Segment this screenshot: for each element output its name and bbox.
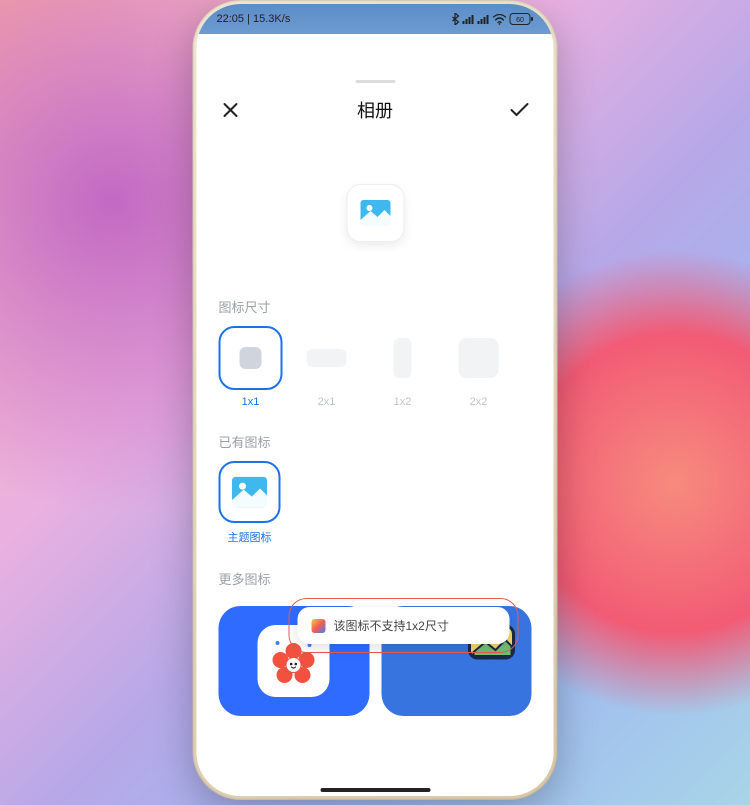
check-icon [510, 102, 530, 118]
sheet-handle[interactable] [355, 80, 395, 83]
gallery-icon [229, 471, 271, 513]
preview-tile [346, 184, 404, 242]
page-title: 相册 [357, 97, 393, 123]
size-option-2x1[interactable]: 2x1 [295, 326, 359, 408]
close-icon [222, 101, 240, 119]
signal-icon-2 [478, 14, 490, 24]
gallery-icon [357, 195, 393, 231]
status-time: 22:05 | 15.3K/s [217, 13, 291, 25]
home-indicator[interactable] [320, 788, 430, 792]
size-label: 图标尺寸 [219, 297, 532, 316]
flower-icon [268, 635, 320, 687]
battery-icon: 60 [510, 13, 534, 25]
more-label: 更多图标 [219, 569, 532, 588]
confirm-button[interactable] [508, 98, 532, 122]
icon-preview [219, 153, 532, 273]
size-option-2x2[interactable]: 2x2 [447, 326, 511, 408]
status-icons: 60 [451, 13, 534, 25]
more-card-2[interactable] [381, 606, 532, 716]
bluetooth-icon [451, 13, 460, 25]
svg-text:60: 60 [516, 17, 524, 24]
sheet: 相册 图标尺寸 1x1 [197, 62, 554, 796]
existing-label: 已有图标 [219, 432, 532, 451]
size-option-1x2[interactable]: 1x2 [371, 326, 435, 408]
size-option-1x1[interactable]: 1x1 [219, 326, 283, 408]
photo-badge-icon [468, 622, 516, 662]
more-card-1[interactable] [219, 606, 370, 716]
close-button[interactable] [219, 98, 243, 122]
more-icons [219, 606, 532, 716]
phone-frame: 22:05 | 15.3K/s 60 相册 [193, 0, 558, 800]
titlebar: 相册 [219, 97, 532, 123]
wifi-icon [493, 14, 507, 25]
status-bar: 22:05 | 15.3K/s 60 [197, 4, 554, 34]
size-options: 1x1 2x1 1x2 2x2 [219, 326, 532, 408]
signal-icon [463, 14, 475, 24]
screen: 22:05 | 15.3K/s 60 相册 [197, 4, 554, 796]
existing-icons: 主题图标 [219, 461, 532, 545]
existing-theme-icon[interactable]: 主题图标 [219, 461, 281, 545]
